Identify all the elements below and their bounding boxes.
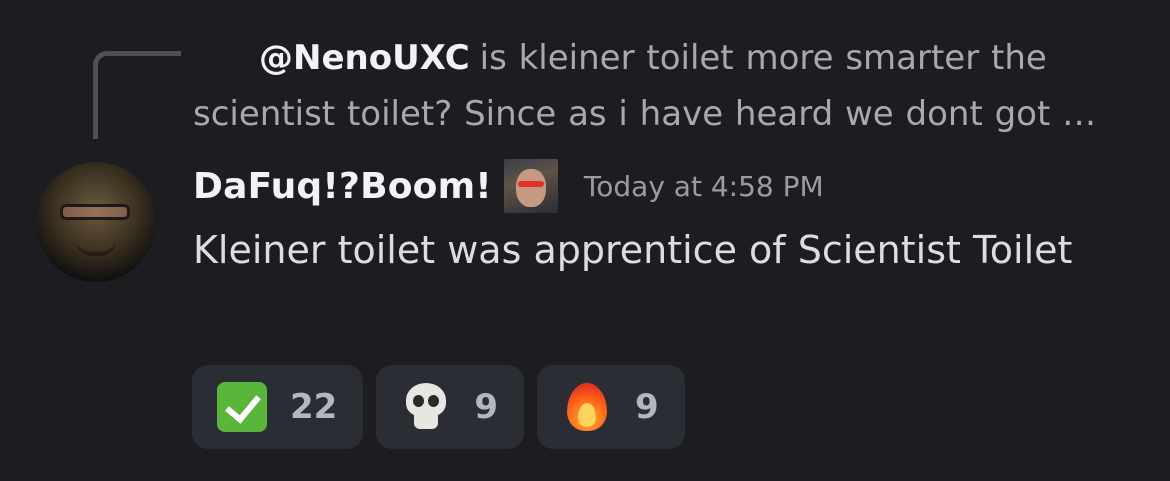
role-icon[interactable] — [503, 159, 558, 213]
check-mark-button-icon — [216, 381, 268, 433]
reaction-fire[interactable]: 9 — [537, 365, 685, 449]
role-icon-eyes — [517, 181, 544, 187]
reactions-bar: 22 9 9 — [192, 365, 685, 449]
reaction-count: 22 — [290, 387, 338, 427]
reaction-check[interactable]: 22 — [192, 365, 364, 449]
reaction-count: 9 — [635, 387, 659, 427]
role-icon-face — [515, 169, 546, 207]
reaction-count: 9 — [474, 387, 498, 427]
fire-icon — [561, 381, 613, 433]
username[interactable]: DaFuq!?Boom! — [193, 166, 492, 207]
message-header: DaFuq!?Boom! Today at 4:58 PM — [193, 159, 824, 213]
avatar-mouth — [76, 240, 116, 256]
message-timestamp[interactable]: Today at 4:58 PM — [584, 170, 824, 203]
chat-message: @NenoUXC is kleiner toilet more smarter t… — [0, 0, 1170, 481]
avatar-glasses — [60, 204, 130, 220]
reply-preview[interactable]: @NenoUXC is kleiner toilet more smarter t… — [193, 30, 1123, 142]
skull-icon — [400, 381, 452, 433]
reply-mention[interactable]: @NenoUXC — [259, 38, 470, 78]
reply-connector — [93, 51, 181, 139]
message-content: Kleiner toilet was apprentice of Scienti… — [193, 228, 1073, 272]
avatar[interactable] — [36, 162, 156, 282]
reaction-skull[interactable]: 9 — [376, 365, 524, 449]
